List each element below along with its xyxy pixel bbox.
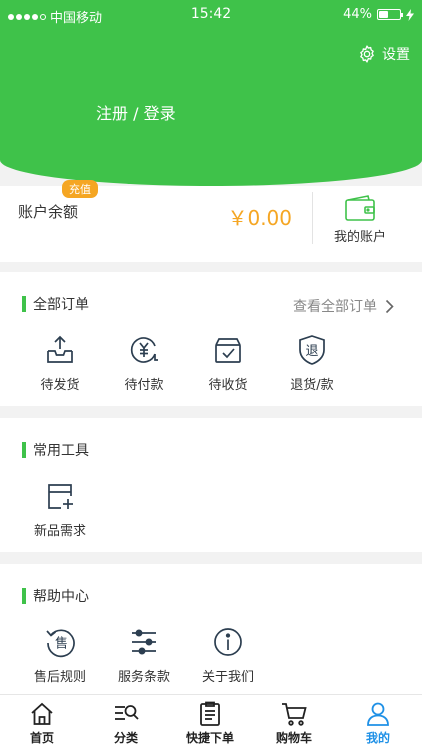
view-all-orders-link[interactable]: 查看全部订单	[293, 296, 394, 316]
title-accent-bar	[22, 588, 26, 604]
settings-button[interactable]: 设置	[357, 44, 410, 64]
yuan-clock-icon	[130, 337, 158, 363]
help-title-text: 帮助中心	[33, 589, 89, 605]
tab-home-label: 首页	[29, 731, 54, 745]
service-terms[interactable]: 服务条款	[102, 626, 186, 685]
register-login-link[interactable]: 注册 / 登录	[96, 100, 176, 124]
svg-text:售: 售	[55, 636, 68, 652]
tab-category-label: 分类	[113, 731, 138, 745]
service-terms-label: 服务条款	[117, 670, 170, 685]
outbox-tray-icon	[47, 335, 73, 363]
tools-section: 常用工具 新品需求	[0, 418, 422, 552]
user-icon	[367, 702, 389, 726]
status-right: 44%	[343, 7, 414, 22]
balance-label: 账户余额	[18, 203, 79, 221]
after-sale-icon: 售	[46, 629, 75, 658]
orders-title-text: 全部订单	[33, 297, 89, 313]
tab-category[interactable]: 分类	[84, 701, 168, 746]
about-us[interactable]: 关于我们	[186, 626, 270, 685]
order-pending-shipment-label: 待发货	[40, 378, 80, 393]
tab-cart[interactable]: 购物车	[252, 701, 336, 746]
tools-title: 常用工具	[22, 440, 89, 460]
help-section: 帮助中心 售 售后规则 服务条款 关于我们	[0, 564, 422, 694]
wallet-icon	[345, 195, 375, 221]
new-product-request-label: 新品需求	[33, 524, 86, 539]
quick-order-icon	[200, 701, 220, 726]
my-account-label: 我的账户	[333, 230, 386, 245]
view-all-orders-label: 查看全部订单	[293, 299, 377, 315]
account-card: 充值 账户余额 ￥0.00 我的账户	[0, 180, 422, 262]
battery-icon	[377, 9, 403, 20]
return-shield-icon: 退	[299, 335, 325, 365]
tab-mine-label: 我的	[365, 731, 390, 745]
home-icon	[31, 702, 53, 725]
tab-bar: 首页 分类 快捷下单 购物车 我的	[0, 694, 422, 750]
order-pending-shipment[interactable]: 待发货	[18, 334, 102, 393]
order-pending-receipt-label: 待收货	[208, 378, 248, 393]
after-sale-rules-label: 售后规则	[33, 670, 86, 685]
charging-icon	[406, 8, 414, 21]
new-product-icon	[48, 484, 73, 509]
battery-percent: 44%	[343, 7, 372, 22]
status-bar: 中国移动 15:42 44%	[0, 0, 422, 30]
about-us-label: 关于我们	[201, 670, 254, 685]
delivery-box-icon	[215, 338, 241, 363]
sliders-icon	[132, 629, 156, 655]
orders-section: 全部订单 查看全部订单 待发货 待付款 待收货 退 退货/款	[0, 272, 422, 406]
order-returns-label: 退货/款	[290, 378, 334, 393]
chevron-right-icon	[385, 299, 394, 313]
title-accent-bar	[22, 296, 26, 312]
order-pending-payment-label: 待付款	[124, 378, 164, 393]
title-accent-bar	[22, 442, 26, 458]
my-account-button[interactable]: 我的账户	[322, 194, 398, 245]
info-icon	[214, 628, 242, 656]
settings-label: 设置	[382, 47, 410, 63]
tab-home[interactable]: 首页	[0, 701, 84, 746]
order-returns[interactable]: 退 退货/款	[270, 334, 354, 393]
orders-title: 全部订单	[22, 294, 89, 314]
tab-quick-order-label: 快捷下单	[185, 731, 234, 745]
gear-icon	[360, 45, 374, 63]
help-title: 帮助中心	[22, 586, 89, 606]
balance-value: ￥0.00	[227, 206, 292, 230]
tab-mine[interactable]: 我的	[336, 701, 420, 746]
tools-title-text: 常用工具	[33, 443, 89, 459]
order-pending-payment[interactable]: 待付款	[102, 334, 186, 393]
after-sale-rules[interactable]: 售 售后规则	[18, 626, 102, 685]
recharge-badge[interactable]: 充值	[62, 180, 98, 198]
cart-icon	[282, 703, 307, 726]
category-search-icon	[115, 705, 139, 720]
tab-quick-order[interactable]: 快捷下单	[168, 701, 252, 746]
order-pending-receipt[interactable]: 待收货	[186, 334, 270, 393]
svg-text:退: 退	[305, 344, 318, 359]
divider	[312, 192, 313, 244]
tab-cart-label: 购物车	[275, 731, 312, 745]
new-product-request[interactable]: 新品需求	[18, 480, 102, 539]
header: 中国移动 15:42 44% 设置 注册 / 登录	[0, 0, 422, 186]
